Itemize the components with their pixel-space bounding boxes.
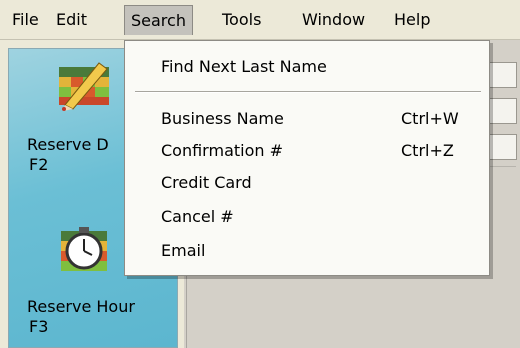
pencil-calendar-icon — [55, 57, 113, 111]
menu-item-shortcut: Ctrl+W — [401, 109, 459, 128]
menu-item-label: Confirmation # — [161, 141, 284, 160]
menu-item-credit-card[interactable]: Credit Card — [161, 169, 479, 197]
menu-item-find-next-last-name[interactable]: Find Next Last Name — [161, 53, 479, 81]
launcher-shortcut: F3 — [29, 317, 49, 336]
menu-item-label: Find Next Last Name — [161, 57, 327, 76]
menu-help[interactable]: Help — [388, 5, 436, 35]
menu-item-business-name[interactable]: Business Name Ctrl+W — [161, 105, 479, 133]
menu-search[interactable]: Search — [124, 5, 193, 35]
menu-item-cancel[interactable]: Cancel # — [161, 203, 479, 231]
menu-separator — [135, 91, 481, 93]
content-field[interactable] — [487, 98, 517, 124]
menu-item-shortcut: Ctrl+Z — [401, 141, 454, 160]
menu-file[interactable]: File — [6, 5, 45, 35]
launcher-label: Reserve D — [27, 135, 109, 154]
menu-item-label: Business Name — [161, 109, 284, 128]
clock-calendar-icon — [55, 225, 113, 275]
content-field[interactable] — [487, 134, 517, 160]
search-dropdown-menu: Find Next Last Name Business Name Ctrl+W… — [124, 40, 490, 276]
menu-item-confirmation[interactable]: Confirmation # Ctrl+Z — [161, 137, 479, 165]
menu-item-label: Email — [161, 241, 206, 260]
launcher-shortcut: F2 — [29, 155, 49, 174]
menu-item-label: Credit Card — [161, 173, 252, 192]
menu-item-email[interactable]: Email — [161, 237, 479, 265]
menu-edit[interactable]: Edit — [50, 5, 93, 35]
launcher-label: Reserve Hour — [27, 297, 135, 316]
menu-bar: File Edit Search Tools Window Help — [0, 0, 520, 40]
menu-tools[interactable]: Tools — [216, 5, 267, 35]
content-field[interactable] — [487, 62, 517, 88]
menu-window[interactable]: Window — [296, 5, 371, 35]
menu-item-label: Cancel # — [161, 207, 234, 226]
